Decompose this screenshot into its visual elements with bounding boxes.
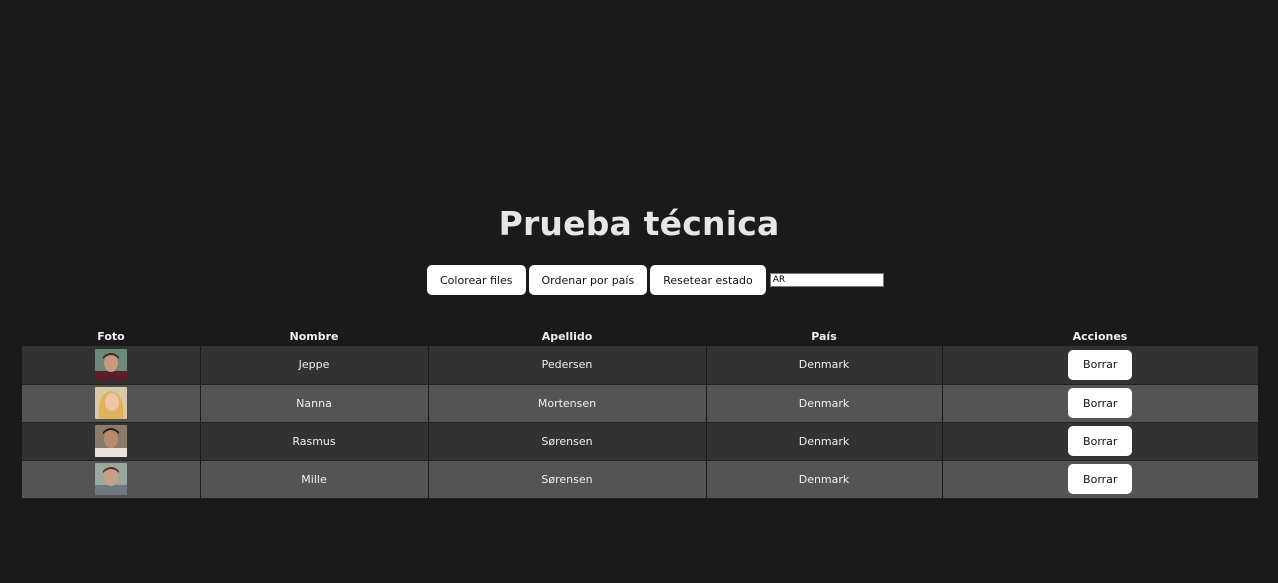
- toolbar: Colorear files Ordenar por país Resetear…: [427, 265, 884, 295]
- table-row: Mille Sørensen Denmark Borrar: [22, 460, 1258, 499]
- header-country[interactable]: País: [706, 327, 942, 346]
- photo-cell: [22, 460, 200, 499]
- country-cell: Denmark: [705, 346, 942, 385]
- actions-cell: Borrar: [941, 422, 1258, 461]
- actions-cell: Borrar: [941, 460, 1258, 499]
- reset-state-button[interactable]: Resetear estado: [650, 265, 766, 295]
- header-last-name[interactable]: Apellido: [428, 327, 706, 346]
- sort-by-country-button[interactable]: Ordenar por país: [528, 265, 648, 295]
- actions-cell: Borrar: [941, 384, 1258, 423]
- app-page: Prueba técnica Colorear files Ordenar po…: [0, 0, 1278, 583]
- header-actions: Acciones: [1072, 330, 1128, 343]
- avatar: [94, 387, 127, 419]
- last-name-cell: Sørensen: [427, 422, 706, 461]
- avatar: [94, 463, 127, 495]
- last-name-cell: Sørensen: [427, 460, 706, 499]
- country-cell: Denmark: [705, 384, 942, 423]
- photo-cell: [22, 346, 200, 385]
- avatar: [94, 348, 127, 381]
- table-row: Nanna Mortensen Denmark Borrar: [22, 384, 1258, 423]
- delete-button[interactable]: Borrar: [1068, 464, 1133, 494]
- country-cell: Denmark: [705, 422, 942, 461]
- delete-button[interactable]: Borrar: [1068, 349, 1133, 380]
- photo-cell: [22, 384, 200, 423]
- table-row: Jeppe Pedersen Denmark Borrar: [22, 346, 1258, 385]
- delete-button[interactable]: Borrar: [1068, 388, 1133, 418]
- country-cell: Denmark: [705, 460, 942, 499]
- color-rows-button[interactable]: Colorear files: [427, 265, 526, 295]
- header-photo[interactable]: Foto: [22, 327, 200, 346]
- first-name-cell: Nanna: [199, 384, 428, 423]
- last-name-cell: Pedersen: [427, 346, 706, 385]
- users-table: Foto Nombre Apellido País Acciones Jeppe…: [22, 327, 1258, 499]
- header-first-name[interactable]: Nombre: [200, 327, 428, 346]
- first-name-cell: Mille: [199, 460, 428, 499]
- delete-button[interactable]: Borrar: [1068, 426, 1133, 456]
- actions-cell: Borrar: [941, 346, 1258, 385]
- photo-cell: [22, 422, 200, 461]
- first-name-cell: Rasmus: [199, 422, 428, 461]
- table-row: Rasmus Sørensen Denmark Borrar: [22, 422, 1258, 461]
- last-name-cell: Mortensen: [427, 384, 706, 423]
- avatar: [94, 425, 127, 457]
- country-filter-input[interactable]: [769, 273, 884, 287]
- page-title: Prueba técnica: [498, 204, 780, 243]
- table-header-row: Foto Nombre Apellido País Acciones: [22, 327, 1258, 346]
- first-name-cell: Jeppe: [199, 346, 428, 385]
